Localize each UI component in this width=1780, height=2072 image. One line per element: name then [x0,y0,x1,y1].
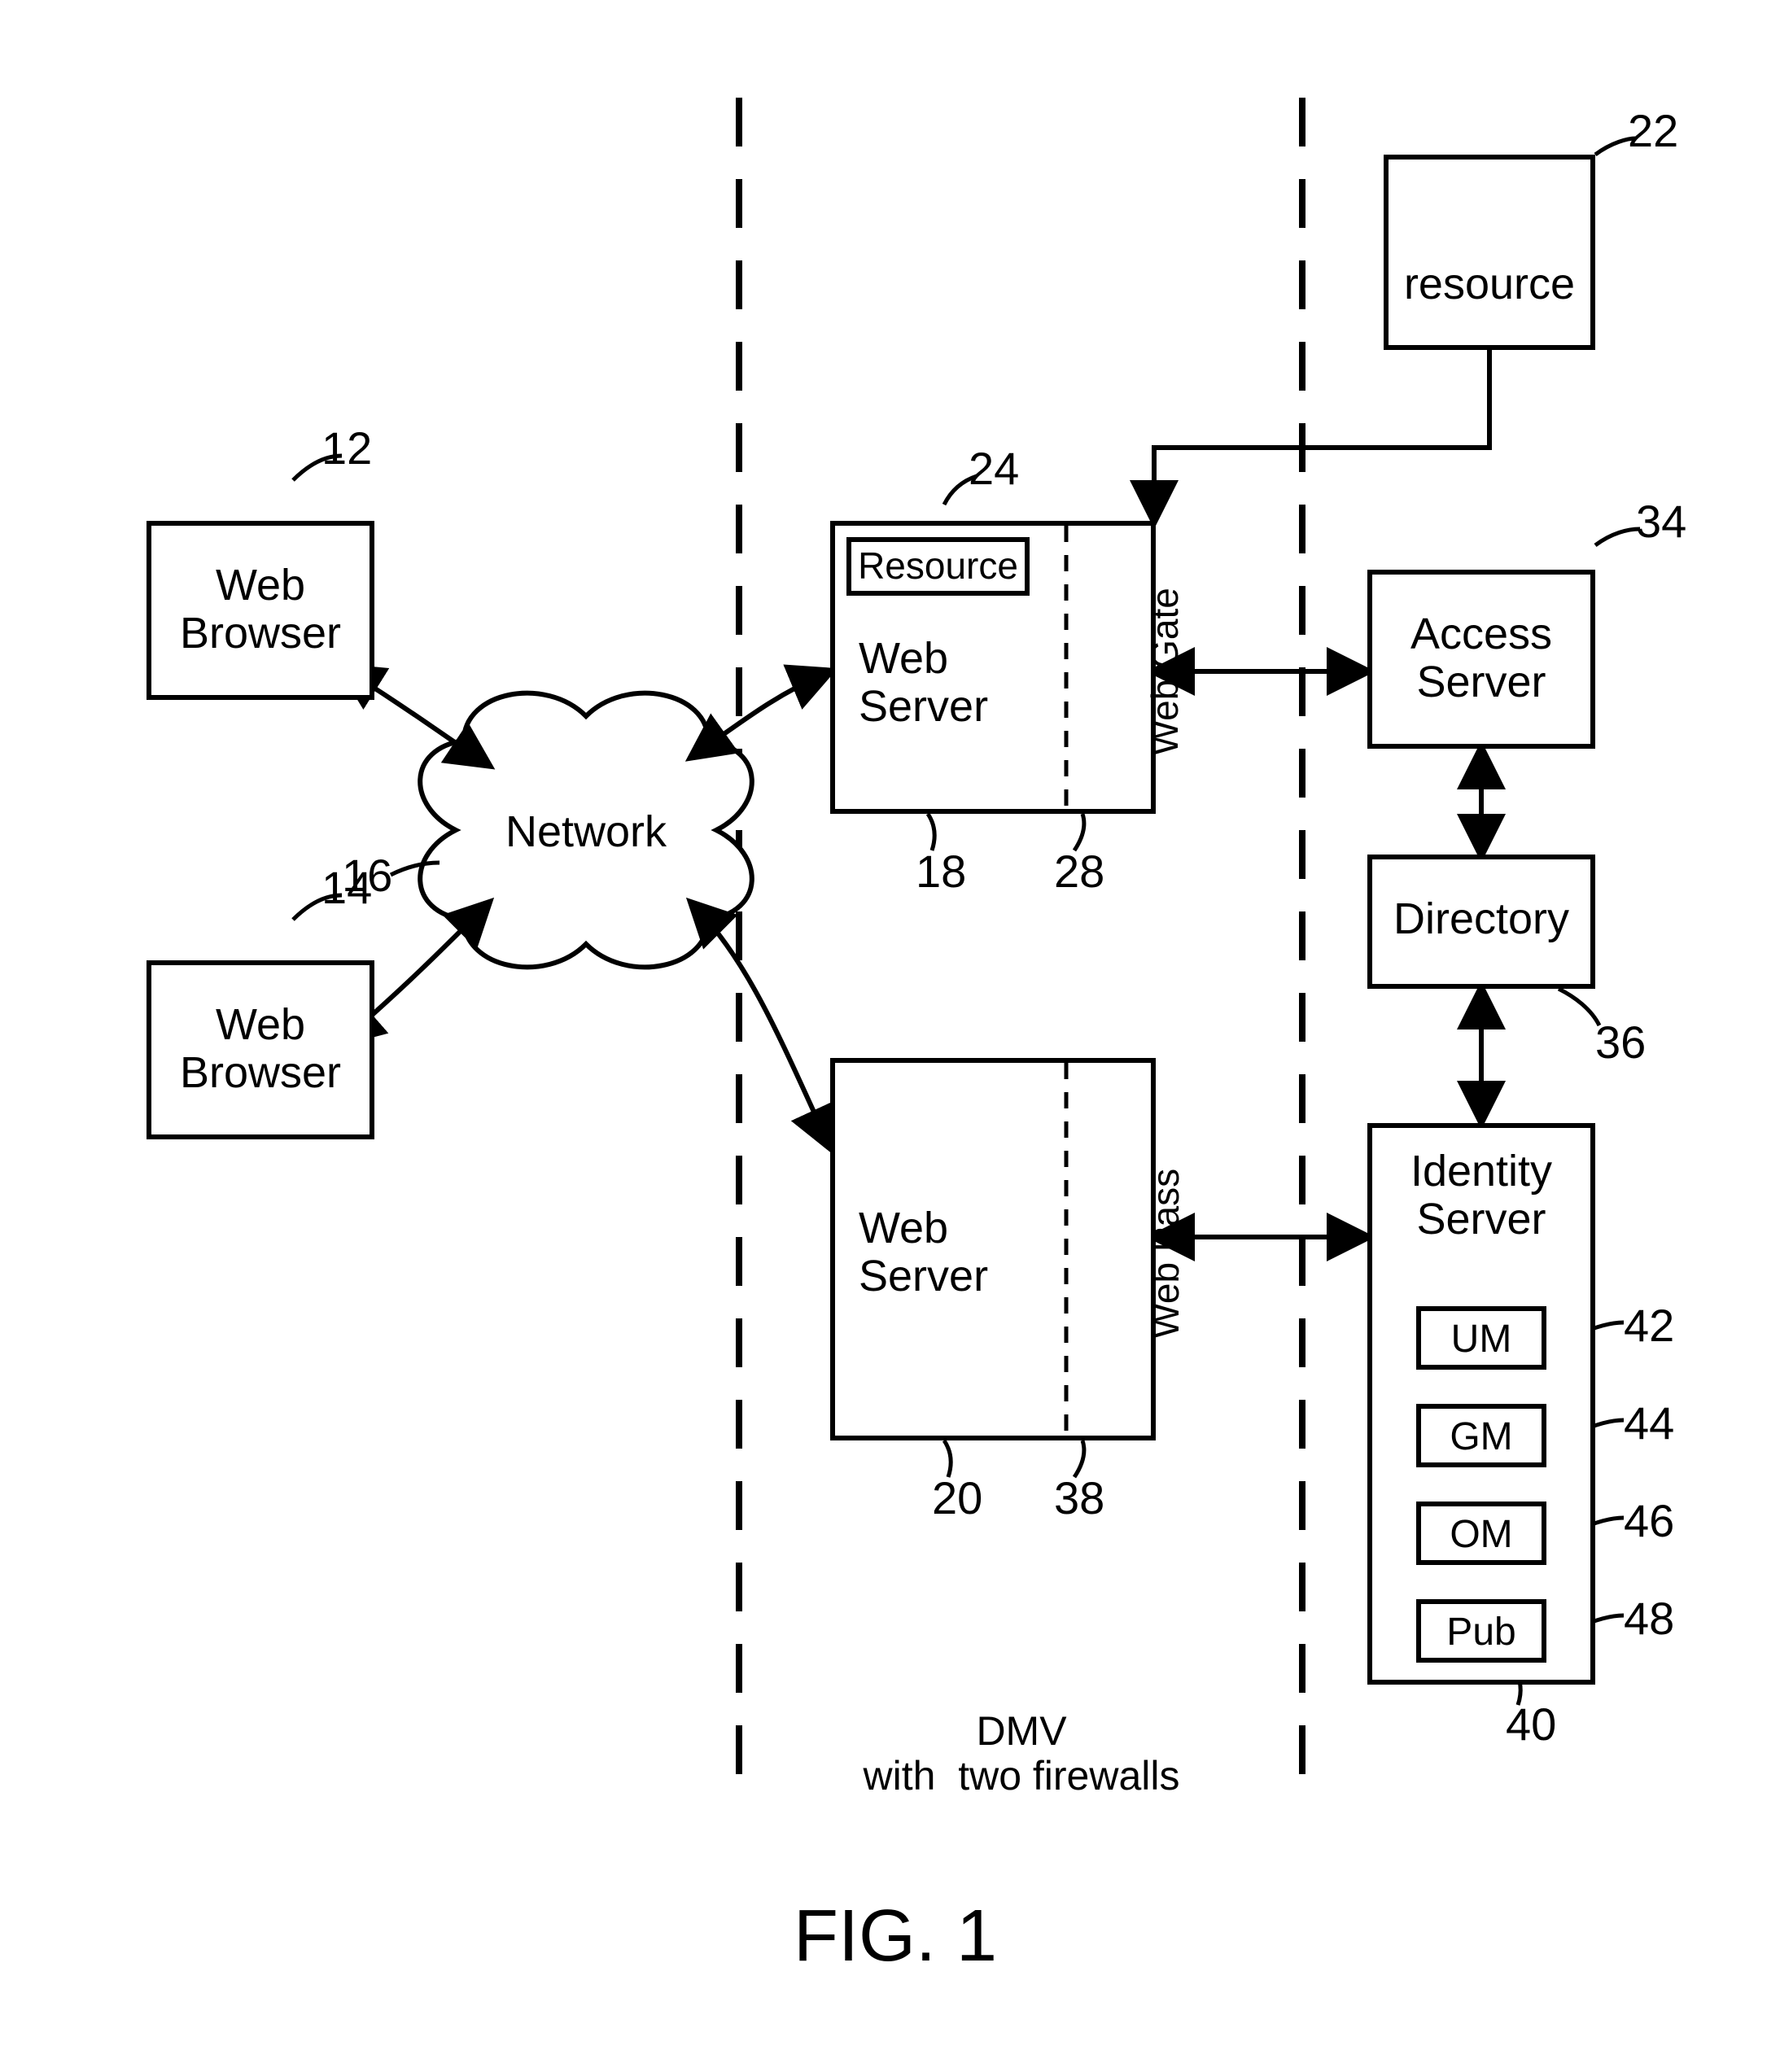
directory-label: Directory [1384,895,1579,943]
web-gate-label: Web Gate [1144,588,1186,755]
ref-44: 44 [1624,1398,1674,1449]
resource-inner-label: Resource [855,545,1021,587]
web-browser-2-label: Web Browser [171,1001,350,1098]
web-pass-label: Web Pass [1145,1169,1187,1339]
gm-label: GM [1416,1416,1546,1459]
arrow-network-webserver1 [692,671,830,757]
network-label: Network [505,808,667,856]
ref-22: 22 [1628,106,1678,156]
ref-28: 28 [1054,846,1104,897]
ref-18: 18 [916,846,966,897]
arrow-resource-webserver1 [1154,350,1489,521]
ref-16: 16 [342,850,392,901]
dmz-caption: DMV with two firewalls [830,1709,1213,1799]
om-label: OM [1416,1514,1546,1557]
ref-48: 48 [1624,1593,1674,1644]
web-server-1-label: Web Server [859,635,1021,732]
firewall-lines [739,98,1302,1782]
web-server-2-label: Web Server [859,1204,1021,1301]
access-server-label: Access Server [1388,610,1575,707]
ref-20: 20 [932,1473,982,1523]
diagram-stage: Web Browser 12 Web Browser 14 Network 16… [0,0,1780,2072]
ref-36: 36 [1595,1017,1646,1068]
resource-outer [1384,155,1595,350]
ref-34: 34 [1636,496,1686,547]
ref-12: 12 [321,423,372,474]
ref-42: 42 [1624,1300,1674,1351]
ref-46: 46 [1624,1496,1674,1546]
um-label: UM [1416,1318,1546,1362]
leader-16 [391,863,440,875]
leader-34 [1595,529,1640,545]
figure-label: FIG. 1 [733,1896,1058,1977]
ref-40: 40 [1506,1699,1556,1750]
pub-label: Pub [1416,1611,1546,1655]
web-browser-1-label: Web Browser [171,562,350,658]
resource-outer-label: resource [1400,260,1579,308]
identity-server-label: Identity Server [1388,1147,1575,1244]
ref-24: 24 [969,444,1019,494]
arrow-network-webserver2 [692,903,830,1147]
leader-36 [1559,989,1599,1025]
ref-38: 38 [1054,1473,1104,1523]
